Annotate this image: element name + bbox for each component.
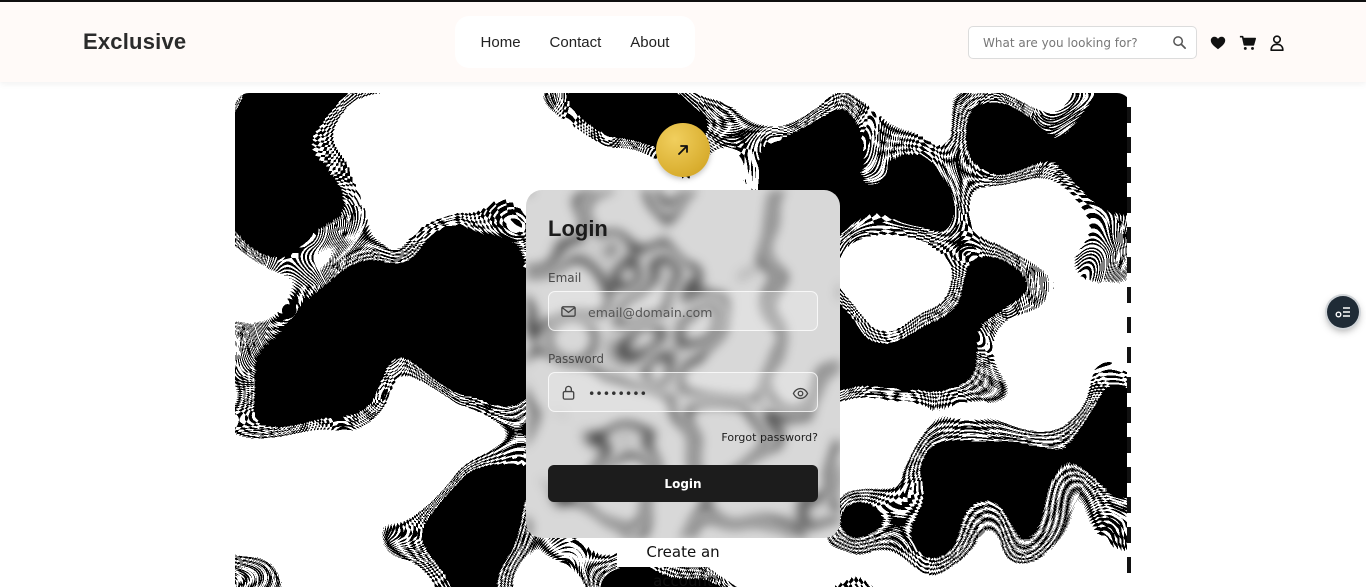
password-field-wrapper [548, 372, 818, 412]
search-input[interactable] [983, 34, 1163, 52]
login-card: Login Email Password Forgot password? Lo… [526, 190, 840, 538]
nav-about[interactable]: About [630, 34, 669, 51]
hero-edge [1127, 93, 1131, 587]
list-settings-icon [1335, 307, 1350, 318]
site-header: Exclusive Home Contact About [0, 2, 1366, 82]
search-icon[interactable] [1172, 35, 1187, 50]
login-button[interactable]: Login [548, 465, 818, 502]
password-label: Password [548, 352, 605, 366]
floating-menu-button[interactable] [1327, 296, 1359, 328]
email-field-wrapper [548, 291, 818, 331]
search-box [968, 26, 1197, 59]
nav-home[interactable]: Home [481, 34, 521, 51]
arrow-up-right-icon [678, 145, 688, 155]
gold-arrow-button[interactable] [656, 123, 710, 177]
heart-icon[interactable] [1209, 34, 1227, 52]
email-field[interactable] [588, 303, 788, 321]
cart-icon[interactable] [1239, 34, 1257, 52]
mail-icon [561, 306, 576, 317]
login-title: Login [548, 216, 608, 241]
main-nav: Home Contact About [455, 16, 695, 68]
eye-icon[interactable] [792, 385, 809, 402]
user-icon[interactable] [1268, 34, 1286, 52]
forgot-password-link[interactable]: Forgot password? [721, 431, 818, 444]
brand-logo[interactable]: Exclusive [83, 29, 186, 55]
nav-contact[interactable]: Contact [550, 34, 602, 51]
email-label: Email [548, 271, 582, 285]
password-field[interactable] [588, 384, 788, 402]
lock-icon [562, 385, 575, 400]
create-account-link[interactable]: Create an account [617, 538, 749, 587]
